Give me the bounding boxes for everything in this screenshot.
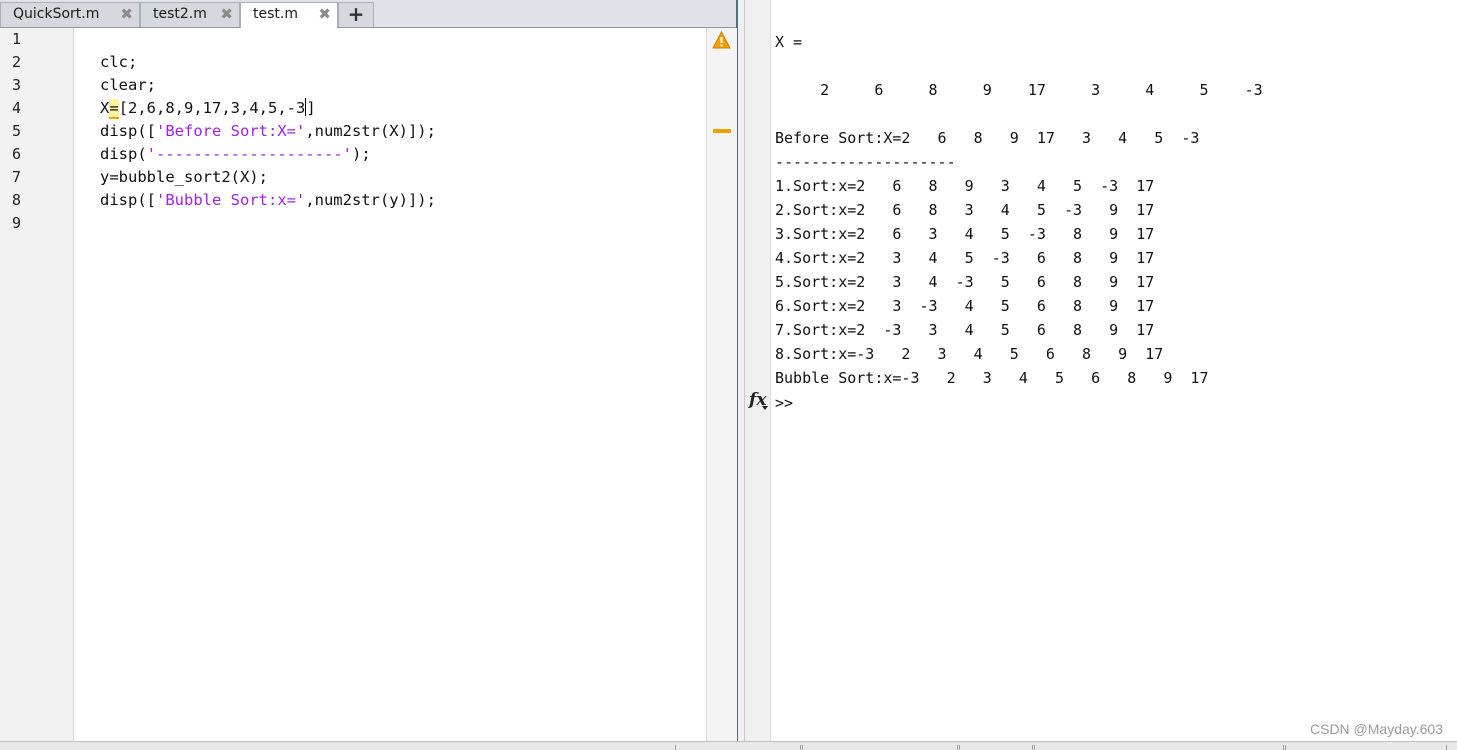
output-line: 6.Sort:x=2 3 -3 4 5 6 8 9 17 <box>775 297 1155 315</box>
status-segment <box>959 745 1033 750</box>
code-text: ] <box>306 99 316 117</box>
code-line-2[interactable]: clc; <box>100 51 137 74</box>
line-number: 2 <box>12 53 22 71</box>
warning-marker[interactable] <box>713 129 731 133</box>
editor-panel: QuickSort.m ✖ test2.m ✖ test.m ✖ + 1 2 3… <box>0 0 738 741</box>
chevron-down-icon <box>762 406 768 410</box>
code-line-7[interactable]: y=bubble_sort2(X); <box>100 166 268 189</box>
close-tab-icon[interactable]: ✖ <box>220 3 233 25</box>
message-bar[interactable] <box>706 28 737 741</box>
line-number: 1 <box>12 30 22 48</box>
line-number: 4 <box>12 99 22 117</box>
output-line: 8.Sort:x=-3 2 3 4 5 6 8 9 17 <box>775 345 1164 363</box>
tab-test2[interactable]: test2.m ✖ <box>140 2 240 27</box>
tab-quicksort[interactable]: QuickSort.m ✖ <box>0 2 140 27</box>
code-text: disp( <box>100 145 147 163</box>
output-line: 4.Sort:x=2 3 4 5 -3 6 8 9 17 <box>775 249 1155 267</box>
command-prompt[interactable]: >> <box>775 391 793 415</box>
string-literal: 'Before Sort:X=' <box>156 122 306 140</box>
warning-triangle-icon[interactable] <box>712 31 731 49</box>
output-line: 7.Sort:x=2 -3 3 4 5 6 8 9 17 <box>775 321 1155 339</box>
code-text: X <box>100 99 110 117</box>
code-line-3[interactable]: clear; <box>100 74 156 97</box>
line-number: 8 <box>12 191 22 209</box>
line-number: 6 <box>12 145 22 163</box>
code-text: [2,6,8,9,17,3,4,5,-3 <box>118 99 306 117</box>
close-tab-icon[interactable]: ✖ <box>318 3 331 25</box>
tab-test-active[interactable]: test.m ✖ <box>240 2 338 28</box>
line-number-gutter: 1 2 3 4 5 6 7 8 9 <box>0 28 74 741</box>
command-window-gutter: fx <box>745 0 771 741</box>
line-number: 7 <box>12 168 22 186</box>
tab-label: test.m <box>253 6 298 22</box>
code-text: clc; <box>100 53 138 71</box>
watermark: CSDN @Mayday.603 <box>1310 721 1443 737</box>
code-editor[interactable]: clc; clear; X=[2,6,8,9,17,3,4,5,-3] disp… <box>74 28 706 741</box>
output-line: X = <box>775 33 803 51</box>
code-text: clear; <box>100 76 156 94</box>
code-text: y=bubble_sort2(X); <box>100 168 268 186</box>
output-line: 3.Sort:x=2 6 3 4 5 -3 8 9 17 <box>775 225 1155 243</box>
status-segment <box>1285 745 1447 750</box>
code-text: disp([ <box>100 122 156 140</box>
status-segment <box>802 745 958 750</box>
output-line: Before Sort:X=2 6 8 9 17 3 4 5 -3 <box>775 129 1200 147</box>
status-segment <box>675 745 801 750</box>
code-text: disp([ <box>100 191 156 209</box>
output-line: 5.Sort:x=2 3 4 -3 5 6 8 9 17 <box>775 273 1155 291</box>
code-text: ); <box>351 145 371 163</box>
string-literal: '--------------------' <box>146 145 352 163</box>
line-number: 5 <box>12 122 22 140</box>
output-line: 2 6 8 9 17 3 4 5 -3 <box>775 81 1263 99</box>
add-tab-button[interactable]: + <box>338 2 374 27</box>
code-line-6[interactable]: disp('--------------------'); <box>100 143 371 166</box>
warning-highlight[interactable]: = <box>109 99 119 119</box>
output-line: -------------------- <box>775 153 956 171</box>
code-line-4[interactable]: X=[2,6,8,9,17,3,4,5,-3] <box>100 97 316 120</box>
output-line: Bubble Sort:x=-3 2 3 4 5 6 8 9 17 <box>775 369 1209 387</box>
line-number: 3 <box>12 76 22 94</box>
output-line: 1.Sort:x=2 6 8 9 3 4 5 -3 17 <box>775 177 1155 195</box>
code-text: ,num2str(X)]); <box>305 122 436 140</box>
tab-label: test2.m <box>153 6 207 22</box>
editor-tab-bar: QuickSort.m ✖ test2.m ✖ test.m ✖ + <box>0 0 736 28</box>
code-line-5[interactable]: disp(['Before Sort:X=',num2str(X)]); <box>100 120 436 143</box>
tab-label: QuickSort.m <box>13 6 100 22</box>
output-line: 2.Sort:x=2 6 8 3 4 5 -3 9 17 <box>775 201 1155 219</box>
code-line-8[interactable]: disp(['Bubble Sort:x=',num2str(y)]); <box>100 189 436 212</box>
string-literal: 'Bubble Sort:x=' <box>156 191 306 209</box>
command-window[interactable]: fx X = 2 6 8 9 17 3 4 5 -3 Before Sort:X… <box>744 0 1457 741</box>
line-number: 9 <box>12 214 22 232</box>
close-tab-icon[interactable]: ✖ <box>120 3 133 25</box>
status-segment <box>1034 745 1284 750</box>
code-text: ,num2str(y)]); <box>305 191 436 209</box>
